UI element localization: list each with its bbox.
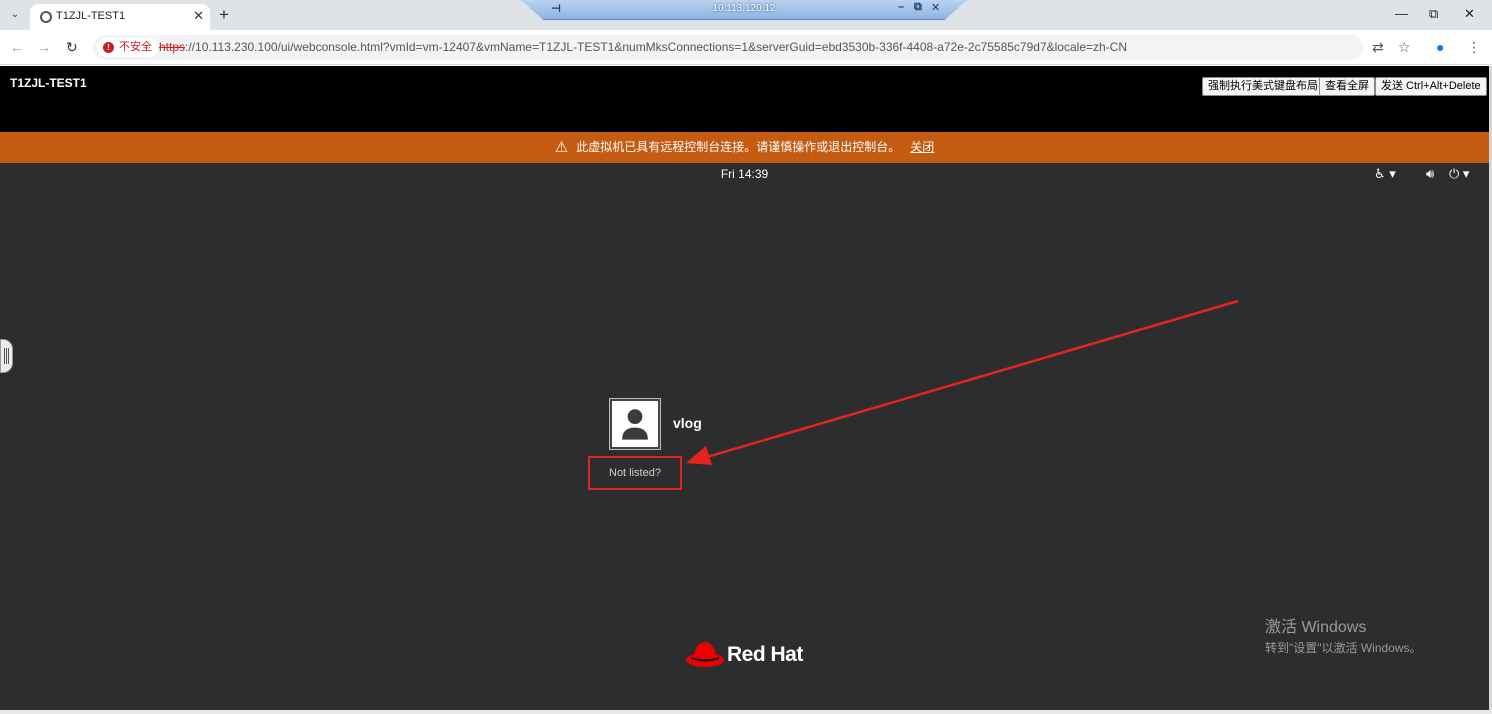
url-text[interactable]: https://10.113.230.100/ui/webconsole.htm… (159, 40, 1127, 54)
browser-tab-strip: ⌄ T1ZJL-TEST1 ✕ + ⊣ 10.113.120.12 – ⧉ ✕ … (0, 0, 1492, 30)
vm-console-screen[interactable]: Fri 14:39 ♿ ▾ 🔊︎ ⏻ ▾ vlog Not listed? Re… (0, 163, 1489, 710)
bookmark-star-icon[interactable]: ☆ (1398, 39, 1411, 56)
activation-title: 激活 Windows (1265, 619, 1367, 636)
arrow-head (686, 446, 712, 465)
not-secure-icon: ! (103, 42, 114, 53)
back-icon[interactable]: ← (10, 39, 24, 55)
redhat-brand-text: Red Hat (727, 643, 803, 666)
browser-tab[interactable]: T1ZJL-TEST1 ✕ (30, 4, 210, 30)
url-scheme: https (159, 40, 186, 54)
profile-icon[interactable]: ● (1436, 39, 1444, 55)
console-header: T1ZJL-TEST1 强制执行美式键盘布局 查看全屏 发送 Ctrl+Alt+… (0, 66, 1492, 132)
reload-icon[interactable]: ↻ (66, 39, 78, 56)
browser-toolbar: ← → ↻ ! 不安全 https://10.113.230.100/ui/we… (0, 30, 1492, 65)
bottom-edge (0, 710, 1492, 714)
vm-name: T1ZJL-TEST1 (10, 76, 87, 90)
arrow-shaft (699, 299, 1239, 461)
globe-icon (40, 11, 52, 23)
rdp-close-icon[interactable]: ✕ (931, 1, 940, 14)
translate-icon[interactable]: ⇄ (1372, 39, 1384, 56)
redhat-hat-icon (686, 642, 724, 667)
warning-text: 此虚拟机已具有远程控制台连接。请谨慎操作或退出控制台。 (576, 140, 901, 154)
tab-title: T1ZJL-TEST1 (56, 10, 126, 22)
security-label: 不安全 (119, 41, 152, 53)
window-restore-icon[interactable]: ⧉ (1429, 6, 1438, 22)
force-us-keyboard-button[interactable]: 强制执行美式键盘布局 (1202, 77, 1324, 96)
address-bar[interactable]: ! 不安全 https://10.113.230.100/ui/webconso… (93, 35, 1363, 60)
fullscreen-button[interactable]: 查看全屏 (1319, 77, 1375, 96)
window-minimize-icon[interactable]: — (1395, 6, 1408, 21)
new-tab-button[interactable]: + (219, 5, 229, 25)
rdp-restore-icon[interactable]: ⧉ (914, 1, 922, 14)
url-rest: ://10.113.230.100/ui/webconsole.html?vmI… (185, 40, 1127, 54)
close-tab-icon[interactable]: ✕ (193, 8, 204, 24)
warning-icon: ⚠ (554, 139, 569, 157)
warning-banner: ⚠ 此虚拟机已具有远程控制台连接。请谨慎操作或退出控制台。 关闭 (0, 132, 1489, 163)
window-close-icon[interactable]: ✕ (1464, 6, 1475, 22)
send-ctrl-alt-del-button[interactable]: 发送 Ctrl+Alt+Delete (1375, 77, 1487, 96)
menu-icon[interactable]: ⋮ (1467, 39, 1481, 56)
activation-subtitle: 转到"设置"以激活 Windows。 (1265, 641, 1422, 655)
warning-close-link[interactable]: 关闭 (910, 140, 934, 154)
forward-icon[interactable]: → (37, 39, 51, 55)
security-chip[interactable]: ! 不安全 (97, 38, 158, 57)
remote-desktop-bar: ⊣ 10.113.120.12 – ⧉ ✕ (521, 0, 967, 20)
rdp-minimize-icon[interactable]: – (898, 1, 904, 13)
windows-activation-watermark: 激活 Windows 转到"设置"以激活 Windows。 (1265, 613, 1422, 656)
tab-search-icon[interactable]: ⌄ (6, 6, 24, 24)
